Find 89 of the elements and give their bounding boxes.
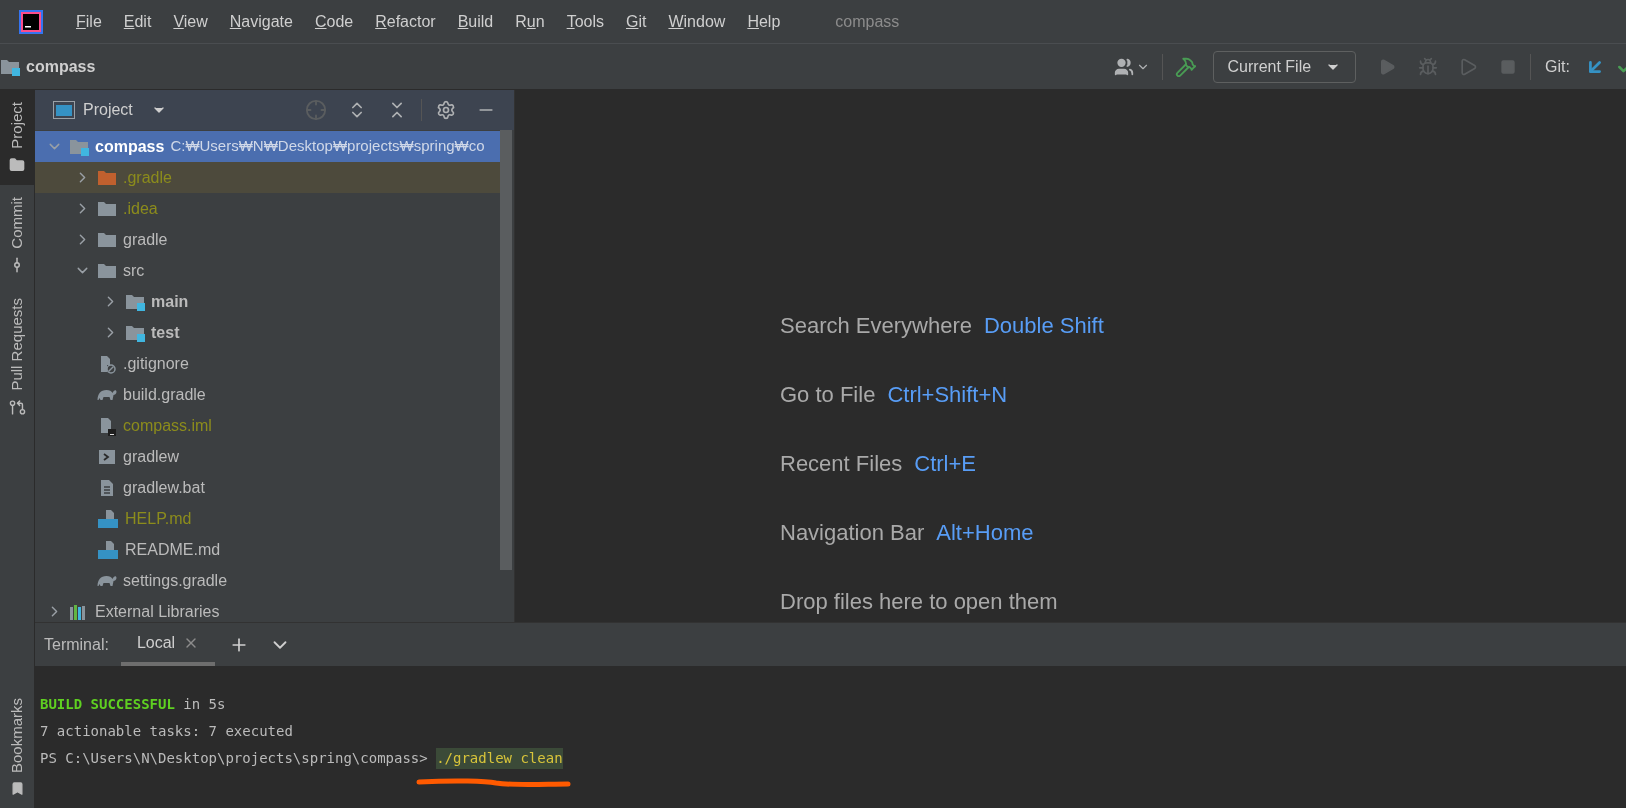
item-name: External Libraries [95,601,220,622]
item-name: build.gradle [123,384,206,405]
module-folder-icon [69,137,89,156]
markdown-file-icon [97,539,119,560]
panel-icon [53,101,75,119]
item-name: .gradle [123,167,172,188]
menu-item[interactable]: Edit [112,9,163,34]
side-tab[interactable]: Commit [0,184,34,287]
welcome-hint: Go to File [780,381,876,409]
breadcrumb[interactable]: compass [26,54,96,79]
app-logo-icon [19,9,43,34]
bookmark-icon [9,781,25,796]
tree-item[interactable]: compass C:₩Users₩N₩Desktop₩projects₩spring₩co [35,131,500,162]
tree-item[interactable]: gradlew [35,441,500,472]
shortcut-text: Alt+Home [936,519,1034,547]
tree-item[interactable]: gradle [35,224,500,255]
item-name: HELP.md [125,508,192,529]
menu-item[interactable]: Build [446,9,505,34]
terminal-text: in 5s [182,695,226,714]
window-title: compass [835,11,900,32]
shortcut-text: Ctrl+Shift+N [887,381,1008,409]
panel-title-dropdown[interactable]: Project [83,98,167,122]
module-folder-icon [0,57,20,76]
item-name: main [151,291,189,312]
item-name: gradle [123,229,168,250]
menu-item[interactable]: Refactor [364,9,447,34]
elephant-icon [97,388,117,401]
welcome-hint: Navigation Bar [780,519,925,547]
shortcut-text: Ctrl+E [914,450,977,478]
item-name: gradlew.bat [123,477,205,498]
tree-item[interactable]: test [35,317,500,348]
folder-icon [9,156,25,173]
tree-item[interactable]: .idea [35,193,500,224]
item-name: .idea [123,198,158,219]
tree-item[interactable]: src [35,255,500,286]
welcome-hint: Search Everywhere [780,312,972,340]
menu-item[interactable]: File [65,9,113,34]
item-name: .gitignore [123,353,189,374]
terminal-title: Terminal: [44,634,109,655]
shortcut-text: Double Shift [984,312,1104,340]
item-path: C:₩Users₩N₩Desktop₩projects₩spring₩co [170,136,485,157]
git-label: Git: [1545,56,1570,77]
item-name: compass [95,136,165,157]
users-icon[interactable] [1113,56,1134,77]
run-config-dropdown[interactable]: Current File [1212,50,1357,83]
item-name: compass.iml [123,415,212,436]
tree-item[interactable]: .gitignore [35,348,500,379]
menu-item[interactable]: Tools [555,9,615,34]
terminal-text: 7 actionable tasks: 7 executed [40,722,293,741]
terminal-text: PS C:\Users\N\Desktop\projects\spring\compass> [40,749,429,768]
item-name: settings.gradle [123,570,228,591]
scrollbar[interactable] [500,130,512,570]
welcome-hint: Recent Files [780,450,903,478]
item-name: README.md [125,539,221,560]
elephant-icon [97,574,117,587]
side-tab[interactable]: Bookmarks [0,685,34,808]
menu-item[interactable]: Navigate [218,9,304,34]
menu-item[interactable]: Git [615,9,658,34]
item-name: src [123,260,145,281]
side-tab[interactable]: Pull Requests [0,286,34,428]
hammer-icon[interactable] [1174,55,1197,78]
item-name: gradlew [123,446,180,467]
pull-request-icon [8,398,26,416]
item-name: test [151,322,180,343]
tree-item[interactable]: External Libraries [35,596,500,622]
folder-icon [97,199,117,218]
tree-item[interactable]: settings.gradle [35,565,500,596]
source-folder-icon [125,292,145,311]
side-tab[interactable]: Project [0,90,34,185]
menu-item[interactable]: Run [504,9,556,34]
tree-item[interactable]: build.gradle [35,379,500,410]
menu-item[interactable]: Code [303,9,365,34]
folder-icon [97,261,117,280]
folder-icon [97,168,117,187]
welcome-hint: Drop files here to open them [780,588,1058,616]
menu-item[interactable]: View [162,9,219,34]
settings-icon[interactable] [436,100,456,120]
terminal-tab[interactable]: Local [120,623,216,666]
source-folder-icon [125,323,145,342]
terminal-text: BUILD SUCCESSFUL [40,695,175,714]
tree-item[interactable]: gradlew.bat [35,472,500,503]
menu-item[interactable]: Help [736,9,792,34]
tree-item[interactable]: HELP.md [35,503,500,534]
markdown-file-icon [97,508,119,529]
tree-item[interactable]: main [35,286,500,317]
menu-item[interactable]: Window [657,9,737,34]
tree-item[interactable]: README.md [35,534,500,565]
tree-item[interactable]: compass.iml [35,410,500,441]
folder-icon [97,230,117,249]
